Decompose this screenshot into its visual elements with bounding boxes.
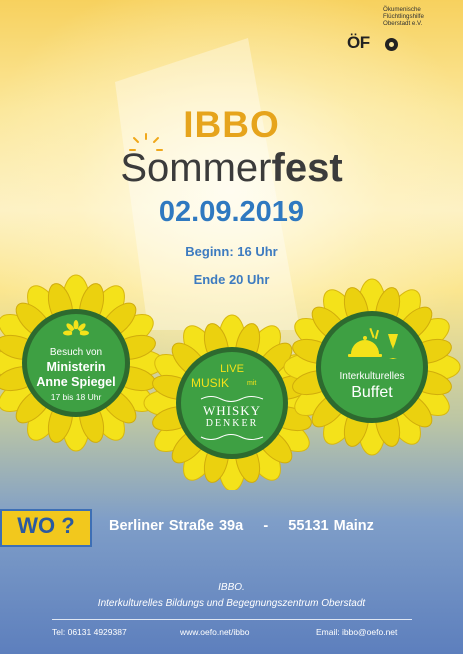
footer-divider (52, 619, 412, 620)
start-time: Beginn: 16 Uhr (185, 244, 278, 259)
sunflower-logo-icon (63, 320, 89, 337)
logo-caption: Ökumenische Flüchtlingshilfe Oberstadt e… (383, 6, 455, 27)
live-label: LIVE (220, 363, 244, 375)
organizer-short: IBBO. (218, 582, 245, 593)
minister-time: 17 bis 18 Uhr (50, 392, 102, 402)
dish-and-glass-icon (348, 327, 398, 359)
address-street: Berliner Straße 39a (109, 518, 244, 534)
organizer-full: Interkulturelles Bildungs und Begegnungs… (97, 598, 366, 609)
wo-label: WO ? (17, 513, 75, 538)
mit-label: mit (247, 380, 257, 387)
footer-website[interactable]: www.oefo.net/ibbo (180, 627, 249, 637)
event-title-ibbo: IBBO (183, 104, 280, 145)
logo-mark: ÖF (347, 33, 370, 52)
event-title-sommerfest: Sommerfest (0, 146, 463, 191)
band-name-whisky: WHISKY (203, 403, 261, 418)
title-part: er (235, 146, 272, 190)
minister-name: Anne Spiegel (36, 375, 116, 389)
minister-line2: Ministerin (46, 360, 106, 374)
flower-buffet: Interkulturelles Buffet (316, 311, 428, 423)
address: Berliner Straße 39a - 55131 Mainz (109, 518, 374, 534)
flower-live-music: LIVE MUSIK mit WHISKY DENKER (176, 347, 288, 459)
ornament-icon (200, 434, 264, 440)
flower-minister-visit: Besuch von Ministerin Anne Spiegel 17 bi… (22, 309, 130, 417)
event-date: 02.09.2019 (158, 196, 305, 228)
footer-email[interactable]: Email: ibbo@oefo.net (316, 627, 397, 637)
logo-o-icon (385, 38, 398, 51)
buffet-line2: Buffet (351, 384, 393, 401)
minister-line1: Besuch von (49, 347, 103, 358)
address-separator: - (263, 518, 269, 534)
event-poster: Ökumenische Flüchtlingshilfe Oberstadt e… (0, 0, 463, 654)
musik-label: MUSIK (191, 376, 230, 390)
logo-caption-line: Ökumenische (383, 6, 421, 13)
title-part-bold: fest (271, 146, 343, 190)
title-part: Somm (120, 146, 236, 190)
logo-caption-line: Flüchtlingshilfe (383, 13, 424, 20)
band-name-denker: DENKER (205, 418, 259, 429)
address-city: 55131 Mainz (288, 518, 374, 534)
logo-caption-line: Oberstadt e.V. (383, 20, 423, 27)
footer-phone: Tel: 06131 4929387 (52, 627, 127, 637)
buffet-line1: Interkulturelles (339, 371, 405, 382)
